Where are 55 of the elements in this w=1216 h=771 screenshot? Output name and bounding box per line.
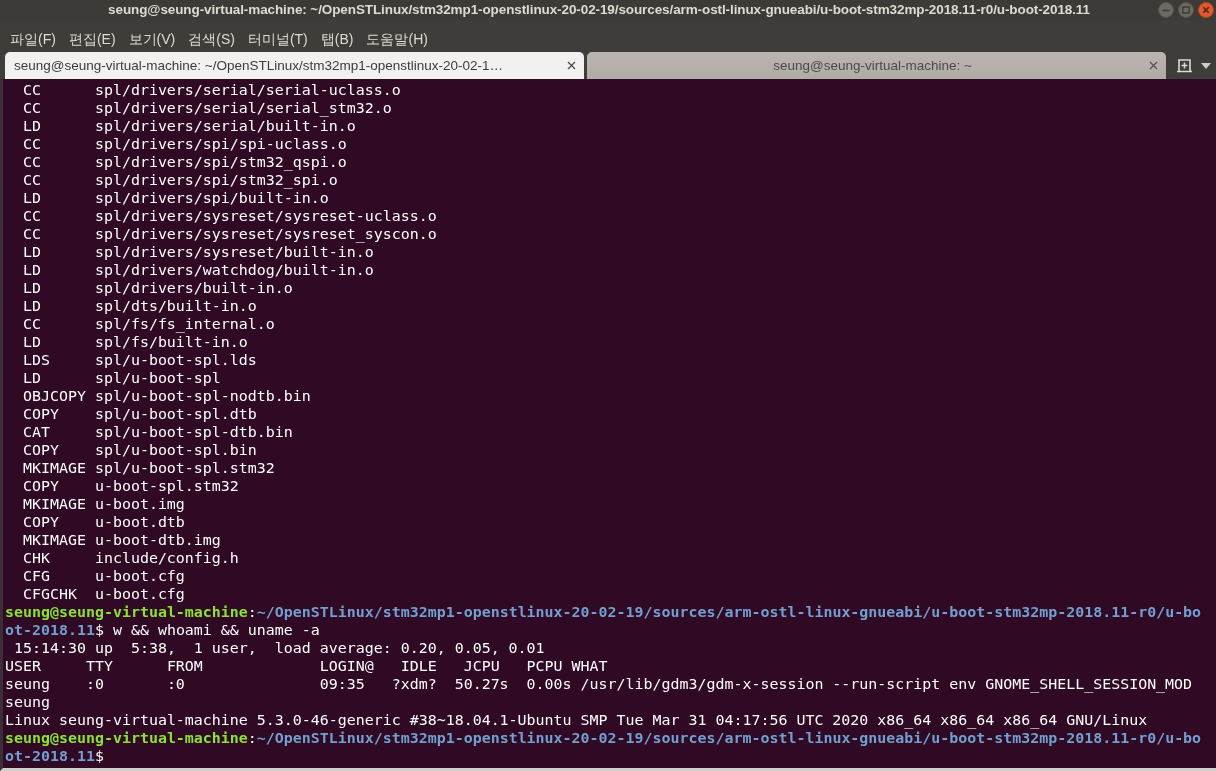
tab[interactable]: seung@seung-virtual-machine: ~/OpenSTLinux/stm32mp1-openstlinux-20-02-1… xyxy=(5,52,584,79)
build-log-line: CC spl/drivers/serial/serial-uclass.o xyxy=(23,81,401,99)
close-icon[interactable] xyxy=(567,61,576,70)
menu-item[interactable]: 도움말(H) xyxy=(360,26,434,52)
prompt-line: seung@seung-virtual-machine:~/OpenSTLinux/stm32mp1-openstlinux-20-02-19/sources/arm-ostl-linux-gnueabi/u-boot-stm32mp-2018.11-r0/u-bo xyxy=(5,603,1202,621)
menu-item[interactable]: 보기(V) xyxy=(122,26,182,52)
maximize-icon[interactable] xyxy=(1178,2,1194,18)
build-log-line: COPY spl/u-boot-spl.dtb xyxy=(23,405,257,423)
menu-item[interactable]: 검색(S) xyxy=(182,26,241,52)
build-log-line: MKIMAGE spl/u-boot-spl.stm32 xyxy=(23,459,275,477)
build-log-line: COPY u-boot.dtb xyxy=(23,513,185,531)
build-log-line: LD spl/drivers/spi/built-in.o xyxy=(23,189,329,207)
build-log-line: LD spl/drivers/serial/built-in.o xyxy=(23,117,356,135)
build-log-line: CC spl/drivers/sysreset/sysreset-uclass.o xyxy=(23,207,437,225)
build-log-line: LDS spl/u-boot-spl.lds xyxy=(23,351,257,369)
build-log-line: OBJCOPY spl/u-boot-spl-nodtb.bin xyxy=(23,387,311,405)
output-line: Linux seung-virtual-machine 5.3.0-46-generic #38~18.04.1-Ubuntu SMP Tue Mar 31 04:17:56 UTC 2020 x86_64 x86_64 x86_64 GNU/Linux xyxy=(5,711,1148,729)
caret-icon[interactable] xyxy=(1201,62,1211,69)
build-log-line: CC spl/drivers/serial/serial_stm32.o xyxy=(23,99,392,117)
build-log-line: LD spl/dts/built-in.o xyxy=(23,297,257,315)
build-log-line: CC spl/drivers/spi/stm32_spi.o xyxy=(23,171,338,189)
build-log-line: CC spl/drivers/sysreset/sysreset_syscon.o xyxy=(23,225,437,243)
minimize-icon[interactable] xyxy=(1158,2,1174,18)
build-log-line: CC spl/drivers/spi/stm32_qspi.o xyxy=(23,153,347,171)
build-log-line: CFGCHK u-boot.cfg xyxy=(23,585,185,603)
prompt-line: seung@seung-virtual-machine:~/OpenSTLinux/stm32mp1-openstlinux-20-02-19/sources/arm-ostl-linux-gnueabi/u-boot-stm32mp-2018.11-r0/u-bo xyxy=(5,729,1202,747)
output-line: 15:14:30 up 5:38, 1 user, load average: 0.20, 0.05, 0.01 xyxy=(13,639,545,657)
prompt-line: ot-2018.11$ w && whoami && uname -a xyxy=(5,621,320,639)
build-log-line: CFG u-boot.cfg xyxy=(23,567,185,585)
build-log-line: CC spl/drivers/spi/spi-uclass.o xyxy=(23,135,347,153)
build-log-line: LD spl/drivers/sysreset/built-in.o xyxy=(23,243,374,261)
build-log-line: MKIMAGE u-boot.img xyxy=(23,495,185,513)
output-line: USER TTY FROM LOGIN@ IDLE JCPU PCPU WHAT xyxy=(5,657,608,675)
prompt-line: ot-2018.11$ xyxy=(5,747,104,765)
menu-item[interactable]: 탭(B) xyxy=(314,26,360,52)
build-log-line: MKIMAGE u-boot-dtb.img xyxy=(23,531,221,549)
menu-item[interactable]: 파일(F) xyxy=(4,26,62,52)
menu-item[interactable]: 편집(E) xyxy=(62,26,122,52)
close-icon[interactable] xyxy=(1198,2,1214,18)
build-log-line: COPY u-boot-spl.stm32 xyxy=(23,477,239,495)
output-line: seung xyxy=(5,693,50,711)
build-log-line: LD spl/drivers/built-in.o xyxy=(23,279,293,297)
menu-item[interactable]: 터미널(T) xyxy=(241,26,314,52)
output-line: seung :0 :0 09:35 ?xdm? 50.27s 0.00s /usr/lib/gdm3/gdm-x-session --run-script env GNOME_SHELL_SESSION_MOD xyxy=(5,675,1193,693)
window-title: seung@seung-virtual-machine: ~/OpenSTLinux/stm32mp1-openstlinux-20-02-19/sources/arm-ostl-linux-gnueabi/u-boot-stm32mp-2018.11-r0/u-boot-2018.11 xyxy=(107,1,1091,19)
build-log-line: LD spl/fs/built-in.o xyxy=(23,333,248,351)
new-tab-icon[interactable] xyxy=(1176,57,1193,74)
build-log-line: LD spl/drivers/watchdog/built-in.o xyxy=(23,261,374,279)
tab[interactable]: seung@seung-virtual-machine: ~ xyxy=(587,52,1166,79)
close-icon[interactable] xyxy=(1149,61,1158,70)
build-log-line: CAT spl/u-boot-spl-dtb.bin xyxy=(23,423,293,441)
build-log-line: CC spl/fs/fs_internal.o xyxy=(23,315,275,333)
build-log-line: COPY spl/u-boot-spl.bin xyxy=(23,441,257,459)
build-log-line: LD spl/u-boot-spl xyxy=(23,369,221,387)
build-log-line: CHK include/config.h xyxy=(23,549,239,567)
